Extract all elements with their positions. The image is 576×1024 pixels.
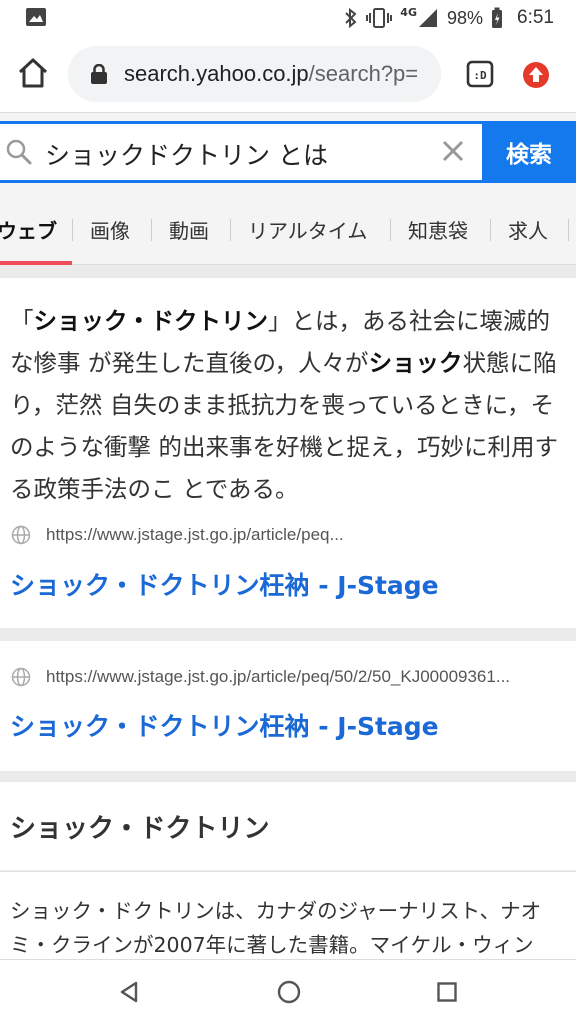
knowledge-panel-body: ショック・ドクトリンは、カナダのジャーナリスト、ナオミ・クラインが2007年に著… xyxy=(0,871,576,959)
url-text: search.yahoo.co.jp/search?p= xyxy=(124,61,428,87)
tab-divider xyxy=(390,219,391,241)
browser-toolbar: search.yahoo.co.jp/search?p= :D xyxy=(0,36,576,112)
tab-divider xyxy=(230,219,231,241)
gallery-notification-icon xyxy=(26,8,46,26)
url-path: /search?p= xyxy=(308,61,419,86)
knowledge-description: ショック・ドクトリンは、カナダのジャーナリスト、ナオミ・クラインが2007年に著… xyxy=(10,899,542,957)
featured-snippet: 「ショック・ドクトリン」とは，ある社会に壊滅的な惨事 が発生した直後の，人々がシ… xyxy=(0,278,576,628)
tab-divider xyxy=(72,219,73,241)
tab-divider xyxy=(490,219,491,241)
svg-text::D: :D xyxy=(473,69,487,82)
tab-divider xyxy=(568,219,569,241)
clear-icon[interactable] xyxy=(441,139,465,163)
search-result: https://www.jstage.jst.go.jp/article/peq… xyxy=(0,641,576,771)
result-url: https://www.jstage.jst.go.jp/article/peq… xyxy=(46,667,511,686)
network-type: 4G xyxy=(400,5,417,19)
active-tab-indicator xyxy=(0,261,72,265)
tab-chiebukuro[interactable]: 知恵袋 xyxy=(408,215,468,244)
knowledge-panel-header[interactable]: ショック・ドクトリン xyxy=(0,782,576,870)
snippet-term: ショック・ドクトリン xyxy=(33,307,269,335)
bluetooth-icon xyxy=(345,7,357,29)
globe-icon xyxy=(11,525,31,545)
address-bar[interactable]: search.yahoo.co.jp/search?p= xyxy=(68,46,441,102)
vibrate-icon xyxy=(366,8,393,28)
url-host: search.yahoo.co.jp xyxy=(124,61,309,86)
home-circle-icon[interactable] xyxy=(277,980,301,1004)
result-link[interactable]: ショック・ドクトリン枉衲 - J-Stage xyxy=(10,707,439,743)
tab-videos[interactable]: 動画 xyxy=(169,215,209,244)
battery-icon xyxy=(492,7,503,28)
globe-icon xyxy=(11,667,31,687)
knowledge-title: ショック・ドクトリン xyxy=(10,814,270,844)
status-bar: 4G 98% 6:51 xyxy=(0,0,576,36)
snippet-text: 「ショック・ドクトリン」とは，ある社会に壊滅的な惨事 が発生した直後の，人々がシ… xyxy=(10,300,566,510)
snippet-link[interactable]: ショック・ドクトリン枉衲 - J-Stage xyxy=(10,566,439,602)
snippet-term2: ショック xyxy=(368,349,463,377)
battery-percent: 98% xyxy=(446,7,484,28)
search-icon xyxy=(6,139,32,165)
update-icon[interactable] xyxy=(521,60,551,90)
tab-jobs[interactable]: 求人 xyxy=(508,215,548,244)
search-button[interactable]: 検索 xyxy=(482,121,576,183)
home-icon[interactable] xyxy=(16,56,50,90)
snippet-source-url: https://www.jstage.jst.go.jp/article/peq… xyxy=(46,525,344,544)
recent-apps-icon[interactable] xyxy=(437,982,457,1002)
search-bar: ショックドクトリン とは 検索 xyxy=(0,112,576,195)
tab-web[interactable]: ウェブ xyxy=(0,215,57,244)
tab-switcher-icon[interactable]: :D xyxy=(466,60,494,88)
clock: 6:51 xyxy=(517,7,554,28)
search-query: ショックドクトリン とは xyxy=(45,141,328,170)
back-icon[interactable] xyxy=(118,980,140,1004)
tab-divider xyxy=(151,219,152,241)
signal-icon xyxy=(418,9,437,27)
search-input[interactable]: ショックドクトリン とは xyxy=(0,121,484,183)
lock-icon xyxy=(91,64,107,84)
tab-images[interactable]: 画像 xyxy=(90,215,130,244)
system-nav-bar xyxy=(0,959,576,1024)
tab-realtime[interactable]: リアルタイム xyxy=(248,215,367,244)
search-tabs: ウェブ 画像 動画 リアルタイム 知恵袋 求人 xyxy=(0,195,576,265)
snippet-quote: 「 xyxy=(10,307,34,335)
